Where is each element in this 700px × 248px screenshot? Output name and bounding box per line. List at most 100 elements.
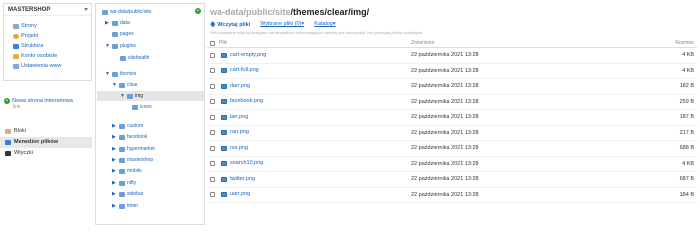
site-item-ustawienia[interactable]: Ustawienia www <box>13 61 91 71</box>
table-row[interactable]: darr.png 22 października 2021 13:28 182 B <box>207 79 697 95</box>
tree-item[interactable]: ▶ custom <box>112 122 143 131</box>
file-table: Plik Zmieniono Rozmiar cart-empty.png 22 … <box>207 39 697 203</box>
table-row[interactable]: rss.png 22 października 2021 13:28 688 B <box>207 141 697 157</box>
file-size: 4 KB <box>682 67 694 74</box>
file-date: 22 października 2021 13:28 <box>411 67 479 74</box>
tree-item[interactable]: ▶ mastershop <box>112 156 153 165</box>
site-item-konto[interactable]: Konto osobiste <box>13 51 91 61</box>
file-name-link[interactable]: darr.png <box>230 79 250 95</box>
tree-item[interactable]: ▼ clear <box>112 81 138 90</box>
file-date: 22 października 2021 13:28 <box>411 52 479 58</box>
file-name-cell: twitter.png <box>221 172 255 187</box>
current-path: wa-data/public/site/themes/clear/img/ <box>210 7 369 17</box>
table-row[interactable]: uarr.png 22 października 2021 13:28 184 B <box>207 187 697 203</box>
file-name-link[interactable]: cart-full.png <box>230 63 259 79</box>
file-size: 4 KB <box>682 52 694 58</box>
folder-icon <box>119 169 125 174</box>
tree-root[interactable]: wa-data/public/site <box>102 8 151 17</box>
row-checkbox[interactable] <box>210 161 215 167</box>
tree-item[interactable]: ▶ hypermarket <box>112 145 155 154</box>
plugins-icon <box>5 151 11 156</box>
tree-item[interactable]: icons <box>132 103 152 112</box>
table-row[interactable]: cart-full.png 22 października 2021 13:28 4… <box>207 63 697 79</box>
table-row[interactable]: larr.png 22 października 2021 13:28 187 B <box>207 110 697 126</box>
row-checkbox[interactable] <box>210 192 215 198</box>
file-name-link[interactable]: rarr.png <box>230 125 249 141</box>
folder-icon <box>127 94 133 99</box>
new-site-link[interactable]: + Nowa strona internetowa link <box>4 98 90 110</box>
row-checkbox[interactable] <box>210 52 215 58</box>
row-checkbox[interactable] <box>210 83 215 89</box>
site-panel: MASTERSHOP Strony Projekt Struktura Kont… <box>3 3 92 81</box>
tree-item[interactable]: ▶ timer <box>112 202 138 211</box>
file-name-link[interactable]: cart-empty.png <box>230 48 266 64</box>
row-checkbox[interactable] <box>210 99 215 105</box>
tree-item[interactable]: pages <box>112 30 134 39</box>
file-list-panel: wa-data/public/site/themes/clear/img/ 🡅 … <box>207 3 697 225</box>
row-checkbox[interactable] <box>210 114 215 120</box>
folder-icon <box>119 147 125 152</box>
add-folder-icon[interactable]: + <box>195 8 201 14</box>
column-name[interactable]: Plik <box>219 39 227 47</box>
table-row[interactable]: cart-empty.png 22 października 2021 13:28… <box>207 48 697 64</box>
file-name-link[interactable]: search10.png <box>230 156 263 172</box>
table-row[interactable]: search10.png 22 października 2021 13:28 4 … <box>207 156 697 172</box>
menu-item-file-manager[interactable]: Menedżer plików <box>0 137 92 148</box>
row-checkbox[interactable] <box>210 145 215 151</box>
tree-item[interactable]: ▶ nifty <box>112 179 136 188</box>
row-checkbox[interactable] <box>210 176 215 182</box>
folder-icon <box>132 105 138 110</box>
column-date[interactable]: Zmieniono <box>411 39 434 48</box>
site-item-strony[interactable]: Strony <box>13 21 91 31</box>
file-date: 22 października 2021 13:28 <box>411 160 479 167</box>
table-row[interactable]: twitter.png 22 października 2021 13:28 687… <box>207 172 697 188</box>
tree-item[interactable]: ▶ data <box>105 19 130 28</box>
select-all-checkbox[interactable] <box>210 41 215 46</box>
folder-icon <box>119 83 125 88</box>
upload-button[interactable]: 🡅 Wczytaj pliki <box>210 21 250 30</box>
file-name-cell: rss.png <box>221 141 248 156</box>
catalog-dropdown[interactable]: Katalog▾ <box>314 21 335 30</box>
file-size: 687 B <box>679 176 694 182</box>
table-row[interactable]: rarr.png 22 października 2021 13:28 217 B <box>207 125 697 141</box>
site-item-projekt[interactable]: Projekt <box>13 31 91 41</box>
folder-icon <box>119 124 125 129</box>
file-name-link[interactable]: facebook.png <box>230 94 263 110</box>
path-prefix[interactable]: wa-data/public/site <box>210 7 291 17</box>
file-date: 22 października 2021 13:28 <box>411 176 479 182</box>
row-checkbox[interactable] <box>210 130 215 136</box>
file-name-link[interactable]: larr.png <box>230 110 248 126</box>
file-size: 4 KB <box>682 160 694 167</box>
file-size: 688 B <box>679 145 694 151</box>
tree-item[interactable]: ▶ mobile <box>112 167 142 176</box>
menu-item-bloki[interactable]: Bloki <box>0 126 92 137</box>
image-file-icon <box>221 114 227 120</box>
plus-icon: + <box>4 98 10 104</box>
row-checkbox[interactable] <box>210 68 215 74</box>
file-name-link[interactable]: twitter.png <box>230 172 255 188</box>
tree-item[interactable]: sitehealth <box>120 54 149 63</box>
folder-icon <box>120 56 126 61</box>
file-date: 22 października 2021 13:28 <box>411 191 479 198</box>
file-name-cell: cart-empty.png <box>221 48 266 63</box>
tree-item[interactable]: ▶ sidebar <box>112 190 143 199</box>
column-size[interactable]: Rozmiar <box>675 39 694 48</box>
site-item-struktura[interactable]: Struktura <box>13 41 91 51</box>
tree-item-selected[interactable]: ▼ img <box>120 92 143 101</box>
folder-icon <box>119 204 125 209</box>
table-row[interactable]: facebook.png 22 października 2021 13:28 25… <box>207 94 697 110</box>
tree-item[interactable]: ▼ themes <box>105 70 136 79</box>
folder-tree: + wa-data/public/site ▶ data pages ▼ plugi… <box>95 3 205 225</box>
file-name-link[interactable]: uarr.png <box>230 187 250 203</box>
site-selector[interactable]: MASTERSHOP <box>4 4 91 16</box>
tree-item[interactable]: ▼ plugins <box>105 42 136 51</box>
tree-item[interactable]: ▶ facebook <box>112 133 147 142</box>
file-name-link[interactable]: rss.png <box>230 141 248 157</box>
chevron-down-icon[interactable] <box>84 8 88 11</box>
selected-files-dropdown[interactable]: Wybrane pliki (0)▾ <box>260 21 304 30</box>
folder-icon <box>112 21 118 26</box>
folder-icon <box>102 10 108 15</box>
image-file-icon <box>221 161 227 167</box>
chevron-down-icon: ▾ <box>332 21 336 27</box>
menu-item-plugins[interactable]: Wtyczki <box>0 148 92 159</box>
